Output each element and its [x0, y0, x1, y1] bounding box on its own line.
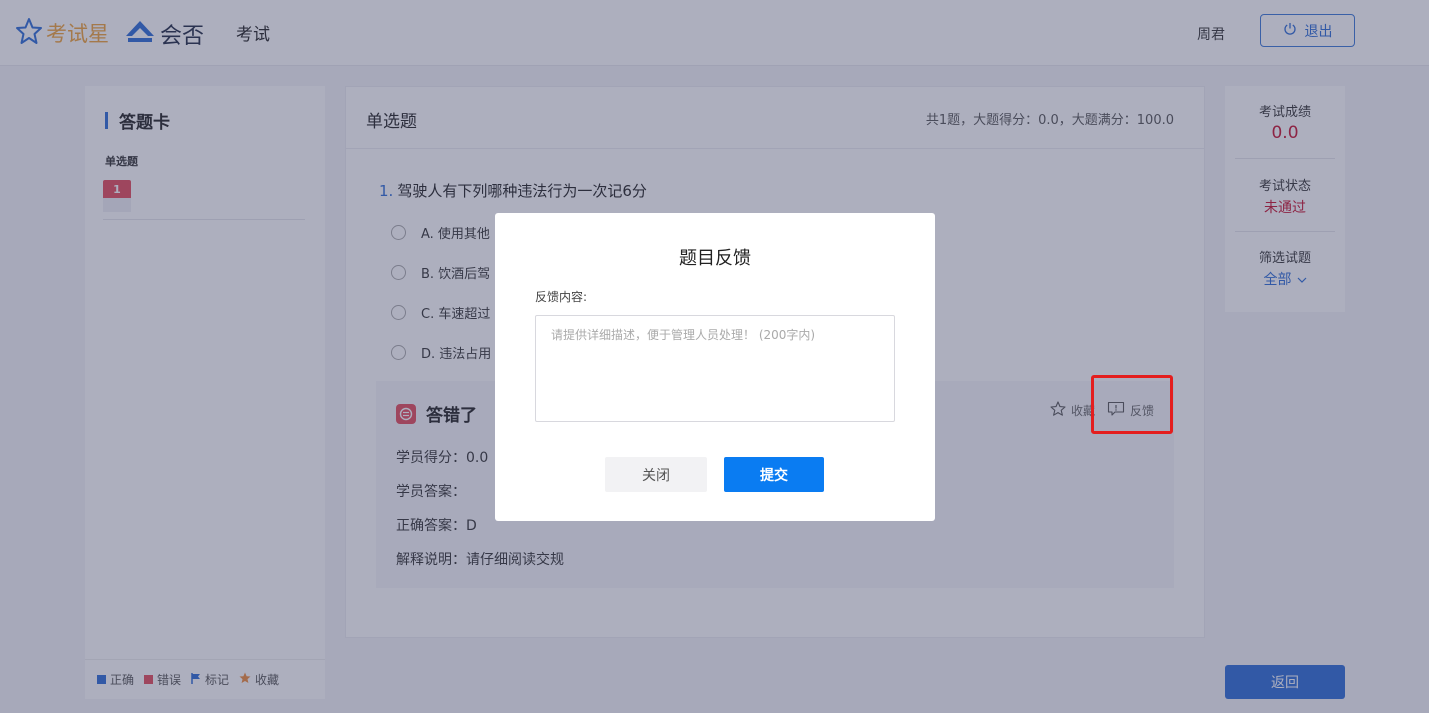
feedback-textarea[interactable]: [535, 315, 895, 422]
feedback-content-label: 反馈内容:: [535, 290, 588, 304]
modal-title: 题目反馈: [679, 248, 751, 269]
feedback-modal: 题目反馈 反馈内容: 关闭 提交: [495, 213, 935, 521]
close-button[interactable]: 关闭: [605, 457, 707, 492]
submit-button[interactable]: 提交: [724, 457, 824, 492]
feedback-highlight-box: [1091, 375, 1173, 434]
